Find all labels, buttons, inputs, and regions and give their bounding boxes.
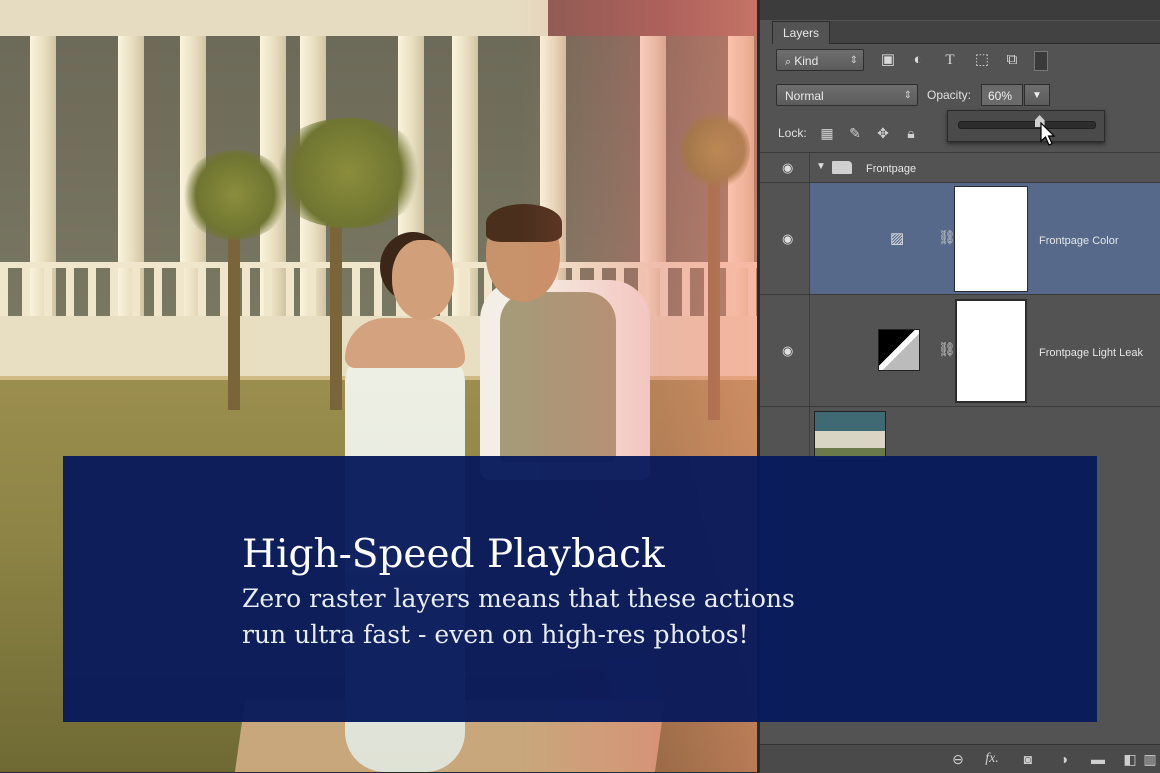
opacity-slider-track[interactable] (958, 121, 1096, 129)
promo-banner: High-Speed Playback Zero raster layers m… (63, 456, 1097, 722)
image-filter-icon[interactable]: ▣ (878, 50, 898, 70)
chevron-updown-icon: ⇕ (903, 90, 912, 101)
banner-line-2: run ultra fast - even on high-res photos… (242, 620, 749, 649)
lock-transparent-icon[interactable]: ▦ (818, 124, 836, 142)
tab-layers[interactable]: Layers (772, 21, 830, 44)
type-filter-icon[interactable]: T (940, 50, 960, 70)
visibility-eye-icon[interactable]: ◉ (782, 232, 798, 245)
fx-icon[interactable]: fx. (982, 749, 1002, 769)
layer-name-frontpage-color: Frontpage Color (1039, 235, 1119, 247)
opacity-label: Opacity: (927, 88, 972, 102)
opacity-dropdown-button[interactable]: ▼ (1024, 84, 1050, 106)
adjustment-curves-icon: ▨ (890, 230, 905, 247)
folder-icon (832, 161, 852, 174)
layer-mask-thumbnail[interactable] (955, 299, 1027, 403)
blend-mode-dropdown[interactable]: Normal ⇕ (776, 84, 918, 106)
mask-link-icon[interactable]: ⛓ (938, 341, 956, 358)
shape-filter-icon[interactable]: ⬚ (972, 50, 992, 70)
layer-group-row[interactable]: ◉ ▼ Frontpage (760, 152, 1160, 182)
new-layer-icon[interactable]: ◧ (1120, 749, 1140, 769)
lock-position-icon[interactable]: ✥ (874, 124, 892, 142)
layer-image-thumbnail[interactable] (814, 411, 886, 461)
banner-title: High-Speed Playback (242, 532, 665, 577)
blend-mode-value: Normal (785, 89, 824, 103)
chevron-down-icon: ▼ (1032, 90, 1042, 101)
layer-name-frontpage-light-leak: Frontpage Light Leak (1039, 347, 1143, 359)
delete-layer-icon[interactable]: ▥ (1140, 749, 1160, 769)
filter-kind-label: Kind (794, 54, 819, 68)
mouse-cursor-icon (1040, 122, 1056, 146)
mask-link-icon[interactable]: ⛓ (938, 229, 956, 246)
visibility-eye-icon[interactable]: ◉ (782, 344, 798, 357)
lock-all-icon[interactable]: 🔒︎ (902, 124, 920, 142)
disclosure-triangle-icon[interactable]: ▼ (816, 161, 826, 172)
lock-image-icon[interactable]: ✎ (846, 124, 864, 142)
filter-kind-dropdown[interactable]: ⌕ Kind ⇕ (776, 49, 864, 71)
adjustment-filter-icon[interactable]: ◐ (908, 50, 928, 70)
banner-line-1: Zero raster layers means that these acti… (242, 584, 795, 613)
layers-bottom-toolbar: ⊖ fx. ◙ ◑ ▬ ◧ ▥ (760, 744, 1160, 773)
filter-toggle-icon[interactable] (1034, 51, 1048, 71)
opacity-slider-popup (947, 110, 1105, 142)
link-layers-icon[interactable]: ⊖ (948, 749, 968, 769)
gradient-fill-thumbnail-icon[interactable] (878, 329, 920, 371)
layer-row-frontpage-light-leak[interactable]: ◉ ⛓ Frontpage Light Leak (760, 294, 1160, 406)
new-adjustment-icon[interactable]: ◑ (1054, 749, 1074, 769)
group-name: Frontpage (866, 163, 917, 175)
layer-row-frontpage-color[interactable]: ◉ ▨ ⛓ Frontpage Color (760, 182, 1160, 294)
new-group-icon[interactable]: ▬ (1088, 749, 1108, 769)
smart-object-filter-icon[interactable]: ⧉ (1002, 50, 1022, 70)
add-mask-icon[interactable]: ◙ (1018, 749, 1038, 769)
opacity-input[interactable]: 60% (981, 84, 1023, 106)
search-icon: ⌕ (785, 56, 795, 68)
visibility-eye-icon[interactable]: ◉ (782, 161, 798, 174)
chevron-updown-icon: ⇕ (849, 55, 858, 66)
layer-mask-thumbnail[interactable] (954, 186, 1028, 292)
lock-label: Lock: (778, 126, 807, 140)
